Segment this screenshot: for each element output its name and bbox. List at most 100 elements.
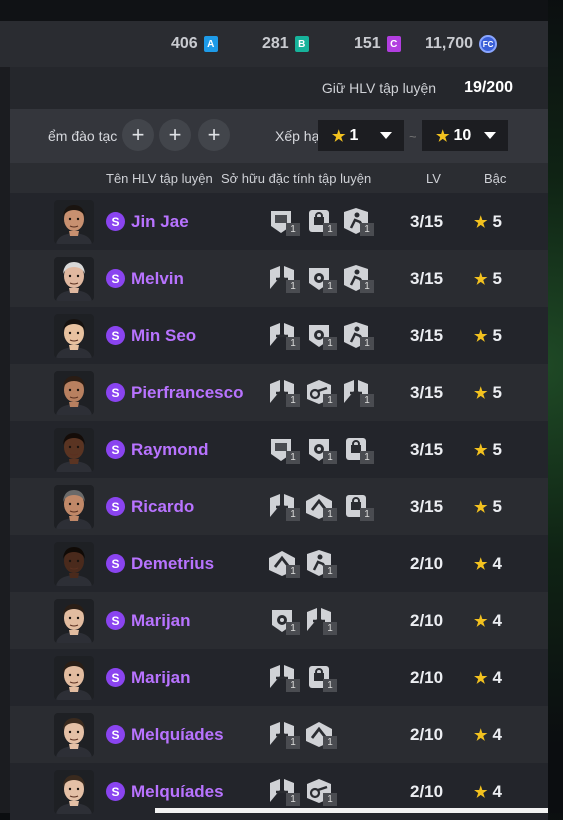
trait-count: 1 <box>360 451 374 464</box>
trait-count: 1 <box>286 337 300 350</box>
ball-trait-icon[interactable]: 1 <box>303 263 337 293</box>
swap-trait-icon[interactable]: 1 <box>303 605 337 635</box>
coach-name: Min Seo <box>131 326 197 345</box>
coach-avatar <box>54 257 94 301</box>
arrow-trait-icon[interactable]: 1 <box>303 491 337 521</box>
coach-panel: 406 A 281 B 151 C 11,700 FC Giữ HLV tập … <box>0 0 548 820</box>
trait-count: 1 <box>286 679 300 692</box>
trait-count: 1 <box>360 280 374 293</box>
trait-count: 1 <box>360 394 374 407</box>
table-row[interactable]: S Ricardo 1 1 1 3/15 ★ 5 <box>10 478 548 535</box>
special-badge-icon: S <box>106 782 125 801</box>
column-grade[interactable]: Bậc <box>484 171 506 186</box>
table-row[interactable]: S Melvin 1 1 1 3/15 ★ 5 <box>10 250 548 307</box>
chevron-down-icon <box>484 132 496 139</box>
star-icon: ★ <box>474 556 488 573</box>
whistle-trait-icon[interactable]: 1 <box>303 377 337 407</box>
trait-count: 1 <box>286 280 300 293</box>
currency-b: 281 B <box>262 21 309 67</box>
star-icon: ★ <box>474 214 488 231</box>
currency-c-value: 151 <box>354 35 381 52</box>
whistle-trait-icon[interactable]: 1 <box>303 776 337 806</box>
rank-filter-label: Xếp hạ <box>275 128 320 144</box>
lock-trait-icon[interactable]: 1 <box>303 206 337 236</box>
add-filter-button-2[interactable]: + <box>159 119 191 151</box>
special-badge-icon: S <box>106 497 125 516</box>
rank-max-value: 10 <box>453 126 472 144</box>
coach-grade-value: 5 <box>492 497 502 516</box>
special-badge-icon: S <box>106 326 125 345</box>
coach-grade-value: 4 <box>492 554 502 573</box>
swap-trait-icon[interactable]: 1 <box>266 377 300 407</box>
table-row[interactable]: S Marijan 1 1 2/10 ★ 4 <box>10 592 548 649</box>
filter-bar: ểm đào tạc + + + Xếp hạ ★ 1 ~ ★ 10 <box>10 109 548 163</box>
runner-trait-icon[interactable]: 1 <box>303 548 337 578</box>
lock-trait-icon[interactable]: 1 <box>340 434 374 464</box>
swap-trait-icon[interactable]: 1 <box>266 776 300 806</box>
swap-trait-icon[interactable]: 1 <box>266 662 300 692</box>
lock-trait-icon[interactable]: 1 <box>340 491 374 521</box>
coach-avatar <box>54 371 94 415</box>
fc-coin-icon: FC <box>479 35 498 53</box>
swap-trait-icon[interactable]: 1 <box>266 320 300 350</box>
coach-avatar <box>54 656 94 700</box>
trait-count: 1 <box>286 451 300 464</box>
coach-name: Marijan <box>131 668 191 687</box>
trait-count: 1 <box>286 394 300 407</box>
coach-avatar <box>54 599 94 643</box>
table-row[interactable]: S Min Seo 1 1 1 3/15 ★ 5 <box>10 307 548 364</box>
add-filter-button-3[interactable]: + <box>198 119 230 151</box>
coach-name: Melvin <box>131 269 184 288</box>
table-row[interactable]: S Jin Jae 1 1 1 3/15 ★ 5 <box>10 193 548 250</box>
coach-name: Jin Jae <box>131 212 189 231</box>
trait-count: 1 <box>323 736 337 749</box>
shield-trait-icon[interactable]: 1 <box>266 434 300 464</box>
currency-a: 406 A <box>171 21 218 67</box>
ball-trait-icon[interactable]: 1 <box>303 434 337 464</box>
coach-avatar <box>54 713 94 757</box>
special-badge-icon: S <box>106 554 125 573</box>
currency-a-value: 406 <box>171 35 198 52</box>
coach-level: 3/15 <box>410 383 444 402</box>
trait-count: 1 <box>323 337 337 350</box>
rank-min-select[interactable]: ★ 1 <box>318 120 404 151</box>
table-row[interactable]: S Demetrius 1 1 2/10 ★ 4 <box>10 535 548 592</box>
swap-trait-icon[interactable]: 1 <box>266 491 300 521</box>
coach-grade-value: 4 <box>492 725 502 744</box>
add-filter-button-1[interactable]: + <box>122 119 154 151</box>
coach-grade-value: 5 <box>492 269 502 288</box>
coach-grade-value: 5 <box>492 383 502 402</box>
trait-list: 11 <box>266 776 337 806</box>
table-row[interactable]: S Melquíades 1 1 2/10 ★ 4 <box>10 706 548 763</box>
swap-trait-icon[interactable]: 1 <box>266 263 300 293</box>
runner-trait-icon[interactable]: 1 <box>340 263 374 293</box>
trait-count: 1 <box>286 223 300 236</box>
lock-trait-icon[interactable]: 1 <box>303 662 337 692</box>
arrow-trait-icon[interactable]: 1 <box>303 719 337 749</box>
trait-list: 11 <box>266 719 337 749</box>
ball-trait-icon[interactable]: 1 <box>303 320 337 350</box>
coach-level: 2/10 <box>410 725 444 744</box>
currency-bar: 406 A 281 B 151 C 11,700 FC <box>0 21 548 67</box>
column-name[interactable]: Tên HLV tập luyện <box>106 171 213 186</box>
coach-grade-value: 4 <box>492 782 502 801</box>
coach-list[interactable]: S Jin Jae 1 1 1 3/15 ★ 5 S Melvin 1 1 1 3/15 ★ 5 S Min Se… <box>10 193 548 820</box>
arrow-trait-icon[interactable]: 1 <box>266 548 300 578</box>
coach-avatar <box>54 542 94 586</box>
column-traits[interactable]: Sở hữu đặc tính tập luyện <box>221 171 371 186</box>
table-row[interactable]: S Pierfrancesco 1 1 1 3/15 ★ 5 <box>10 364 548 421</box>
table-row[interactable]: S Marijan 1 1 2/10 ★ 4 <box>10 649 548 706</box>
left-edge <box>0 67 10 813</box>
column-lv[interactable]: LV <box>426 171 441 186</box>
runner-trait-icon[interactable]: 1 <box>340 320 374 350</box>
star-icon: ★ <box>474 271 488 288</box>
ball-trait-icon[interactable]: 1 <box>266 605 300 635</box>
trait-count: 1 <box>323 280 337 293</box>
swap-trait-icon[interactable]: 1 <box>340 377 374 407</box>
swap-trait-icon[interactable]: 1 <box>266 719 300 749</box>
rank-max-select[interactable]: ★ 10 <box>422 120 508 151</box>
runner-trait-icon[interactable]: 1 <box>340 206 374 236</box>
fc-points-value: 11,700 <box>425 35 474 52</box>
table-row[interactable]: S Raymond 1 1 1 3/15 ★ 5 <box>10 421 548 478</box>
shield-trait-icon[interactable]: 1 <box>266 206 300 236</box>
